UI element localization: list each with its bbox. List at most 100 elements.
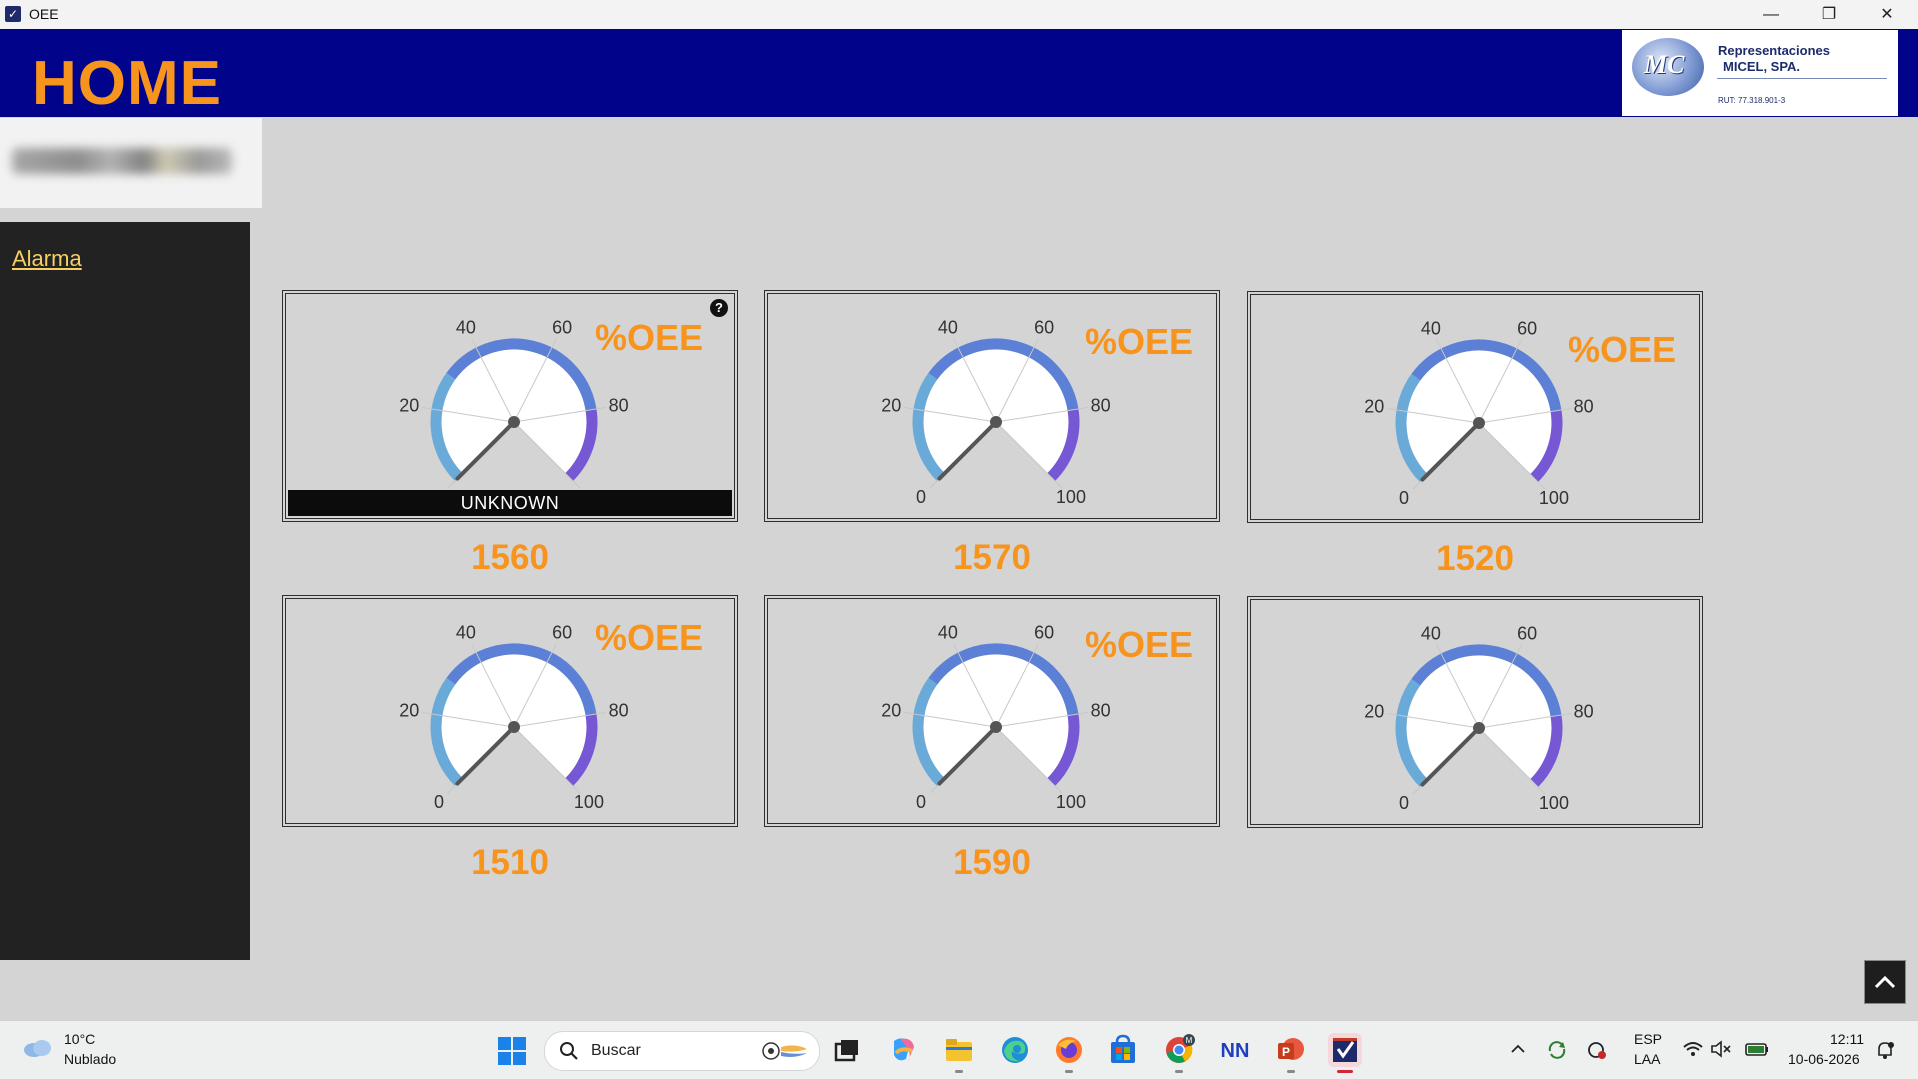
task-view-icon[interactable]: [830, 1033, 864, 1067]
running-indicator: [1287, 1070, 1295, 1073]
weather-temperature[interactable]: 10°C: [64, 1031, 95, 1047]
search-icon: [560, 1042, 578, 1060]
gauge-tick-label: 100: [1056, 792, 1086, 812]
gauge-tick-label: 0: [1399, 793, 1409, 813]
gauge-tick-label: 20: [881, 395, 901, 415]
gauge-tick-label: 60: [552, 623, 572, 643]
machine-label: 1570: [953, 538, 1031, 577]
app-icon: ✓: [5, 6, 21, 22]
close-button[interactable]: ✕: [1858, 0, 1916, 29]
gauge-tick-label: 80: [1574, 701, 1594, 721]
gauge-tick-label: 0: [434, 792, 444, 812]
scroll-to-top-button[interactable]: [1864, 960, 1906, 1004]
gauge-tick-label: 20: [1364, 396, 1384, 416]
weather-description[interactable]: Nublado: [64, 1051, 116, 1067]
taskbar-search-box[interactable]: Buscar: [544, 1031, 820, 1071]
sidebar: Alarma: [0, 222, 250, 960]
running-indicator: [1175, 1070, 1183, 1073]
gauge-tick-label: 100: [1056, 487, 1086, 507]
gauge-tick-label: 60: [1034, 623, 1054, 643]
battery-icon[interactable]: [1744, 1039, 1770, 1059]
gauge-title: %OEE: [1568, 329, 1677, 370]
wifi-icon[interactable]: [1682, 1039, 1704, 1059]
gauge-tick-label: 20: [881, 700, 901, 720]
powerpoint-icon[interactable]: P: [1274, 1033, 1308, 1073]
chevron-up-icon[interactable]: [1510, 1041, 1526, 1057]
file-explorer-icon[interactable]: [942, 1033, 976, 1073]
cloud-icon: [24, 1040, 51, 1057]
machine-label: 1560: [471, 538, 549, 577]
gauge-panel[interactable]: 0 20 40 60 80 100 %OEE: [764, 595, 1220, 827]
edge-icon[interactable]: [998, 1033, 1032, 1067]
oee-app-taskbar-icon[interactable]: [1328, 1033, 1362, 1073]
network-status-icon[interactable]: [1586, 1039, 1608, 1061]
logo-rut: RUT: 77.318.901-3: [1718, 96, 1786, 105]
restore-button[interactable]: ❐: [1800, 0, 1858, 29]
window-title: OEE: [29, 6, 59, 22]
user-info-block: [0, 118, 262, 208]
gauge-hub: [508, 721, 520, 733]
svg-text:M: M: [1186, 1036, 1193, 1045]
machine-label: 1590: [953, 843, 1031, 882]
keyboard-language[interactable]: ESP: [1634, 1031, 1662, 1047]
firefox-icon[interactable]: [1052, 1033, 1086, 1073]
company-logo: MC Representaciones MICEL, SPA. RUT: 77.…: [1622, 30, 1898, 116]
chevron-up-icon: [1874, 975, 1896, 989]
machine-label: 1510: [471, 843, 549, 882]
speaker-muted-icon[interactable]: [1710, 1039, 1732, 1059]
gauge-tick-label: 40: [938, 318, 958, 338]
page-title: HOME: [32, 49, 222, 118]
chrome-icon[interactable]: M: [1162, 1033, 1196, 1073]
gauge-tick-label: 80: [609, 395, 629, 415]
gauge-tick-label: 60: [1517, 319, 1537, 339]
nn-app-icon[interactable]: NN: [1218, 1033, 1252, 1067]
gauge-title: %OEE: [1085, 321, 1194, 362]
svg-text:P: P: [1282, 1045, 1290, 1059]
gauge-tick-label: 80: [1091, 395, 1111, 415]
gauge-tick-label: 40: [1421, 319, 1441, 339]
gauge-tick-label: 80: [1091, 700, 1111, 720]
clock-date[interactable]: 10-06-2026: [1788, 1051, 1860, 1067]
gauge-tick-label: 20: [1364, 701, 1384, 721]
gauge-panel[interactable]: 0 20 40 60 80 100: [1247, 596, 1703, 828]
windows-start-icon[interactable]: [498, 1037, 526, 1065]
gauge-panel[interactable]: 0 20 40 60 80 100 %OEE: [764, 290, 1220, 522]
running-indicator: [1065, 1070, 1073, 1073]
clock-time[interactable]: 12:11: [1830, 1031, 1864, 1047]
minimize-button[interactable]: —: [1742, 0, 1800, 29]
gauge-status-bar: UNKNOWN: [288, 490, 732, 516]
logo-text-line1: Representaciones: [1718, 43, 1830, 58]
gauge-title: %OEE: [595, 617, 704, 658]
gauge-hub: [508, 416, 520, 428]
window-titlebar: ✓ OEE — ❐ ✕: [0, 0, 1918, 30]
gauge-tick-label: 0: [916, 487, 926, 507]
gauge-tick-label: 100: [1539, 793, 1569, 813]
help-icon[interactable]: ?: [710, 299, 728, 317]
notification-bell-icon[interactable]: [1874, 1039, 1896, 1061]
gauge-title: %OEE: [595, 317, 704, 358]
gauge-tick-label: 60: [1034, 318, 1054, 338]
logo-monogram: MC: [1644, 50, 1685, 79]
store-icon[interactable]: [1106, 1033, 1140, 1067]
logo-divider: [1717, 78, 1887, 79]
active-indicator: [1337, 1070, 1353, 1073]
gauge-tick-label: 40: [938, 623, 958, 643]
gauge-title: %OEE: [1085, 624, 1194, 665]
machine-label: 1520: [1436, 539, 1514, 578]
blurred-user-info: [12, 148, 232, 174]
gauge-tick-label: 60: [552, 318, 572, 338]
taskbar: 10°C Nublado Buscar M NN P ESP LAA 12:11…: [0, 1020, 1918, 1079]
gauge-hub: [1473, 722, 1485, 734]
gauge-panel[interactable]: 0 20 40 60 80 100 %OEE: [1247, 291, 1703, 523]
gauge-panel[interactable]: 020406080100%OEE?UNKNOWN: [282, 290, 738, 522]
alarm-link[interactable]: Alarma: [12, 246, 82, 272]
gauge-tick-label: 80: [609, 700, 629, 720]
copilot-icon[interactable]: [886, 1033, 920, 1067]
gauge-tick-label: 40: [1421, 624, 1441, 644]
search-highlight-icon: [762, 1042, 807, 1060]
gauge-panel[interactable]: 0 20 40 60 80 100 %OEE: [282, 595, 738, 827]
gauge-tick-label: 100: [1539, 488, 1569, 508]
sync-icon[interactable]: [1546, 1039, 1568, 1061]
keyboard-layout[interactable]: LAA: [1634, 1051, 1660, 1067]
oee-gauge: 0 20 40 60 80 100: [1364, 624, 1594, 813]
